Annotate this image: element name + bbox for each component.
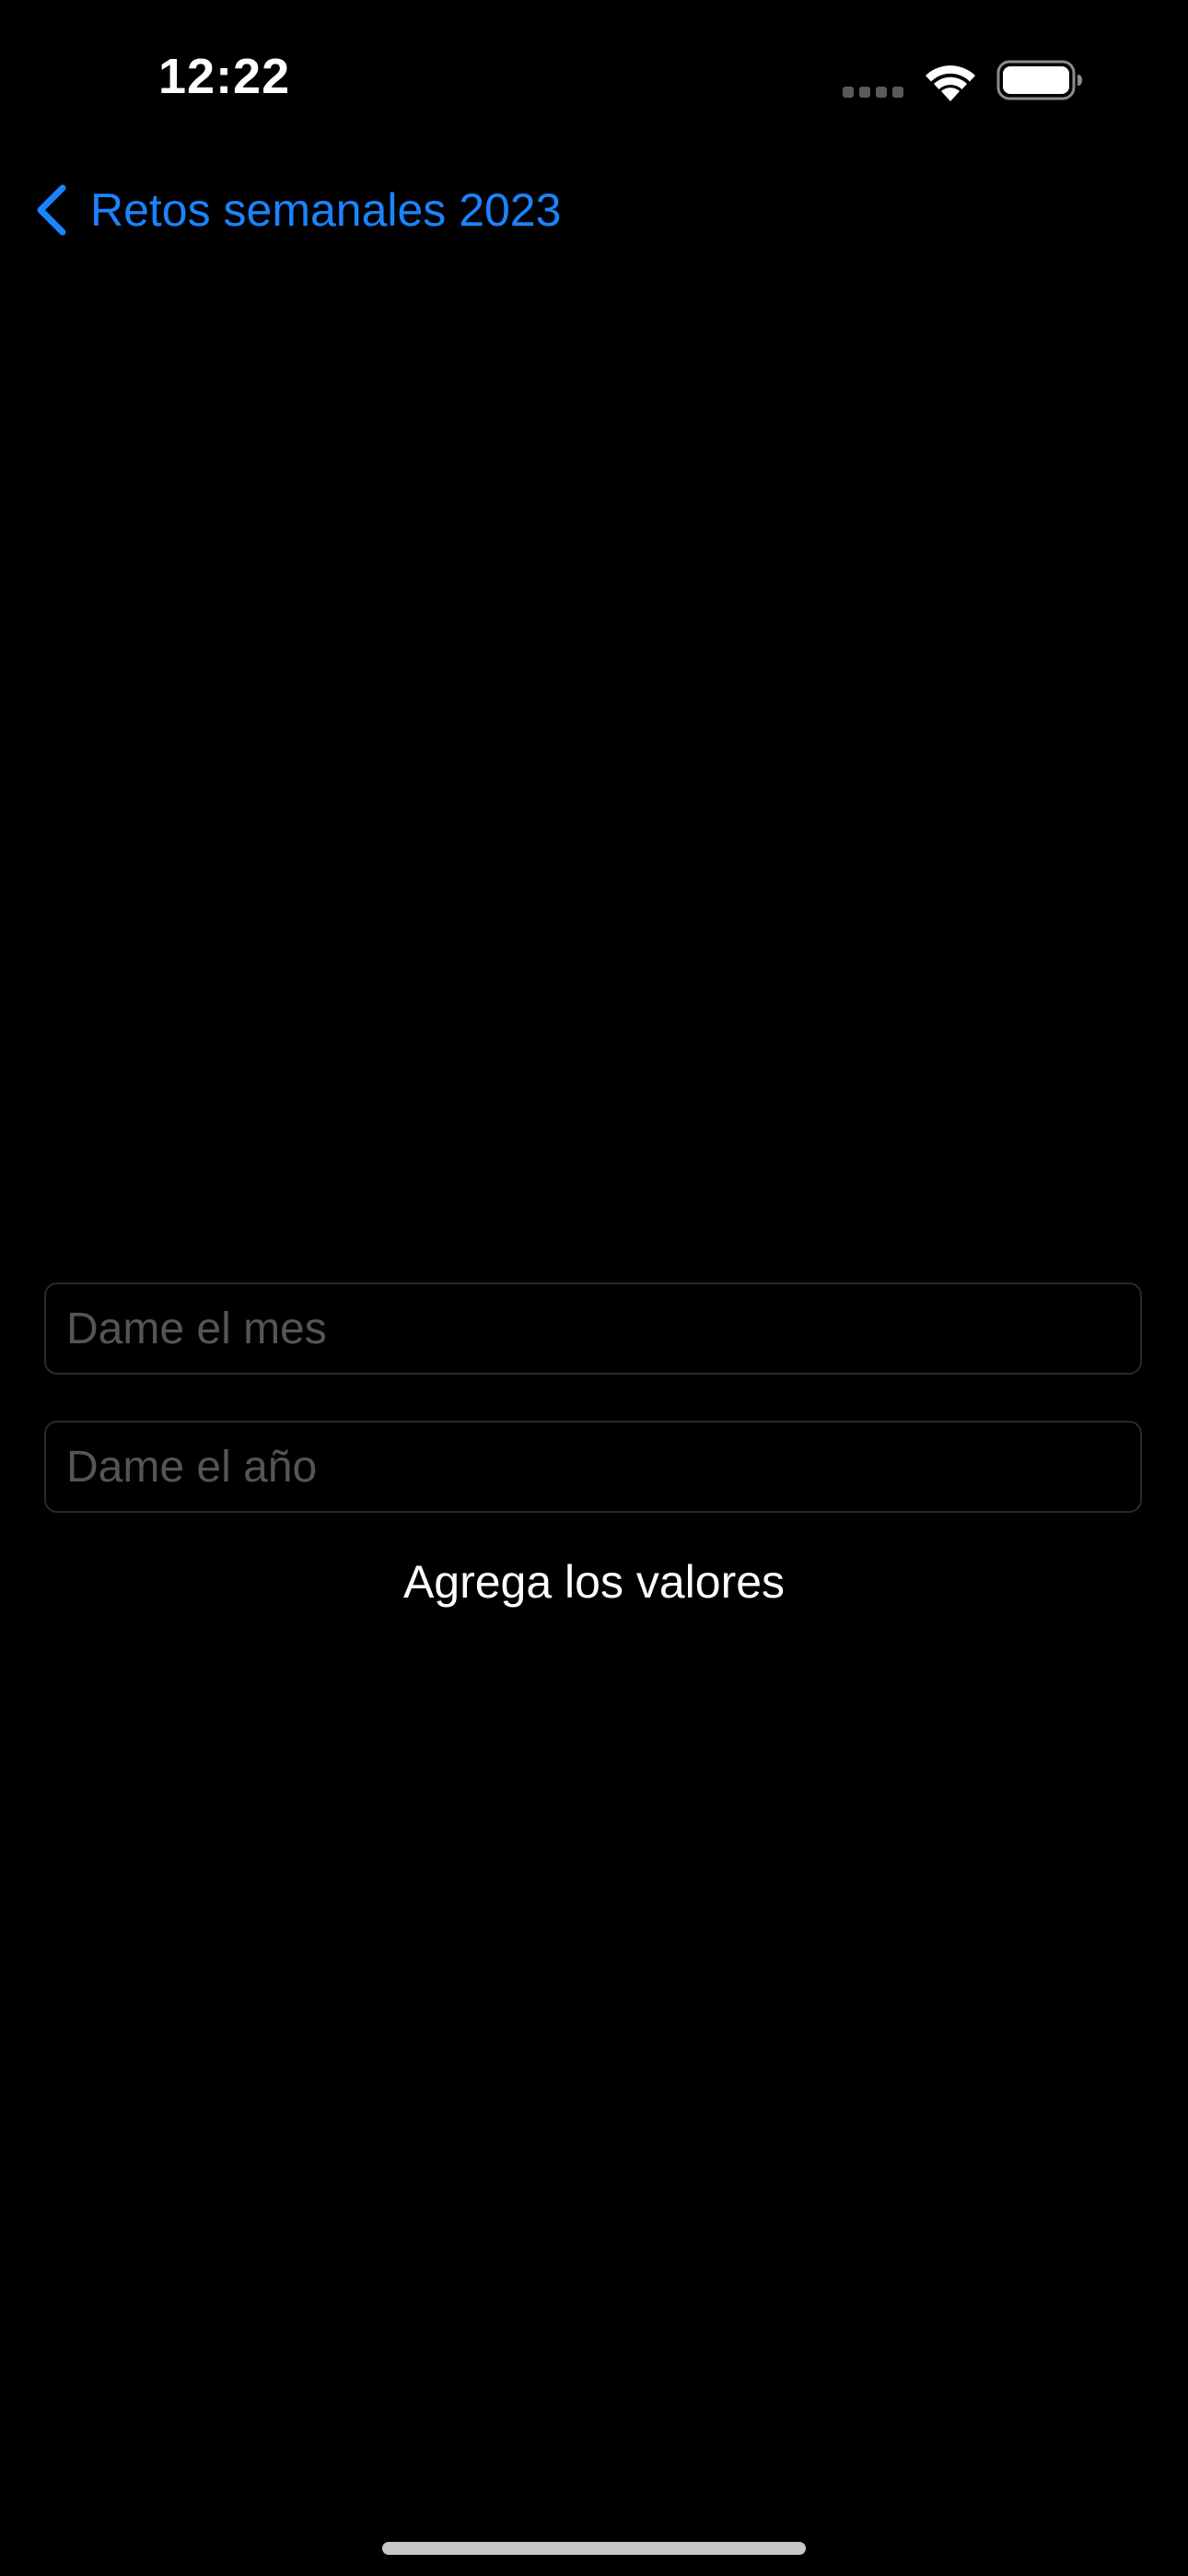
status-time: 12:22 bbox=[158, 49, 291, 104]
month-input[interactable] bbox=[66, 1303, 1140, 1354]
back-button-label: Retos semanales 2023 bbox=[90, 184, 562, 236]
cellular-signal-icon bbox=[843, 87, 905, 98]
back-button[interactable]: Retos semanales 2023 bbox=[33, 181, 561, 240]
home-indicator bbox=[382, 2542, 806, 2555]
month-field[interactable] bbox=[44, 1282, 1142, 1375]
year-input[interactable] bbox=[66, 1441, 1140, 1493]
battery-icon bbox=[996, 60, 1082, 100]
year-field[interactable] bbox=[44, 1421, 1142, 1513]
chevron-left-icon bbox=[37, 184, 66, 236]
wifi-icon bbox=[926, 65, 975, 101]
add-values-button[interactable]: Agrega los valores bbox=[0, 1555, 1188, 1609]
